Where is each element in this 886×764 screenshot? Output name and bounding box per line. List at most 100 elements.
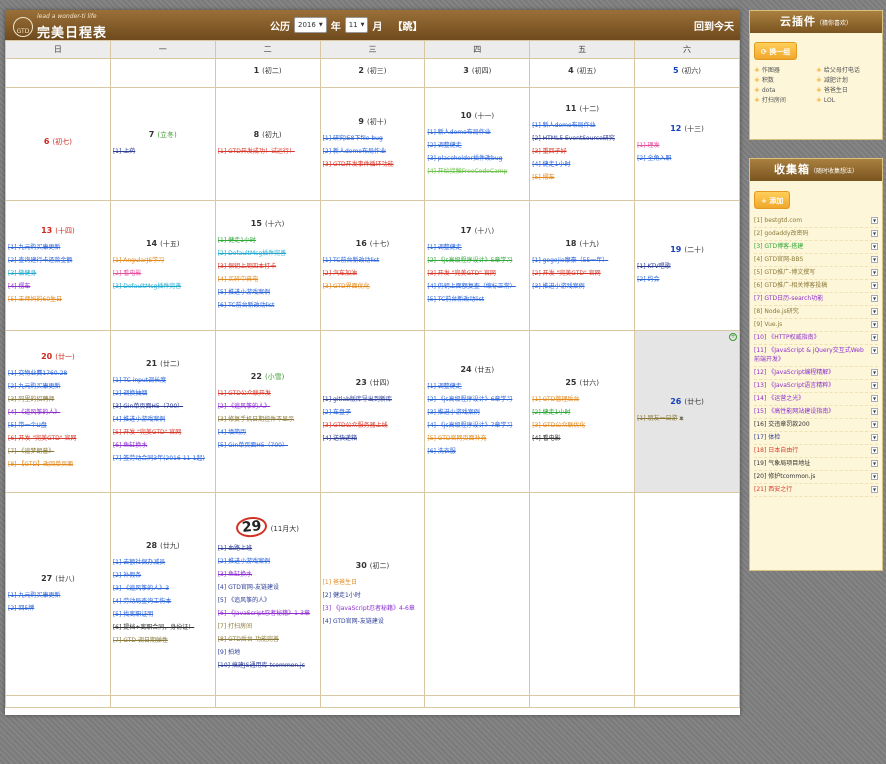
event-item[interactable]: [1] AngularJS学习 bbox=[113, 254, 213, 267]
inbox-item[interactable]: [6] GTD推广-相关博客投稿 ▼ bbox=[754, 280, 878, 293]
event-item[interactable]: [5] 王师妈的60生日 bbox=[8, 293, 108, 306]
event-item[interactable]: [5] TC前台新改动list bbox=[427, 293, 527, 306]
event-item[interactable]: [4] 仍钥上面额复查（缩标正常） bbox=[427, 280, 527, 293]
chevron-down-icon[interactable]: ▼ bbox=[871, 334, 878, 341]
plugin-item[interactable]: + 减肥计划 bbox=[816, 76, 878, 85]
event-item[interactable]: [4] 《js高级程序设计》7章学习 bbox=[427, 419, 527, 432]
day-cell[interactable]: 23 (廿四) [1] gitlab版库导出到新库 [2] 车盘子 [3] GTD公众服… bbox=[319, 330, 426, 493]
event-item[interactable]: [2] 健走1小时 bbox=[323, 589, 423, 602]
inbox-item[interactable]: [13] 《JavaScript语言精粹》 ▼ bbox=[754, 380, 878, 393]
chevron-down-icon[interactable]: ▼ bbox=[871, 382, 878, 389]
event-item[interactable]: [10] 搞建JS通用库-tcommon.js bbox=[218, 659, 318, 672]
chevron-down-icon[interactable]: ▼ bbox=[871, 321, 878, 328]
event-item[interactable]: [2] 约会 bbox=[637, 273, 737, 286]
plugin-item[interactable]: + 爸爸生日 bbox=[816, 86, 878, 95]
event-item[interactable]: [2] 新人demo布局作业 bbox=[323, 145, 423, 158]
inbox-item[interactable]: [4] GTD官网-BBS ▼ bbox=[754, 254, 878, 267]
event-item[interactable]: [5] 推进小游戏案例 bbox=[218, 286, 318, 299]
inbox-item[interactable]: [20] 修护tcommon.js ▼ bbox=[754, 471, 878, 484]
event-item[interactable]: [4] 推进小游戏案例 bbox=[113, 413, 213, 426]
event-item[interactable]: [6] 开发 "完美GTD" 官网 bbox=[8, 432, 108, 445]
event-item[interactable]: [4] 送快递箱 bbox=[323, 432, 423, 445]
day-cell[interactable]: 8 (初九) [1] GTD开发成功！试运行！ bbox=[214, 87, 321, 201]
month-select[interactable]: 11 ▼ bbox=[344, 17, 369, 33]
chevron-down-icon[interactable]: ▼ bbox=[871, 395, 878, 402]
event-item[interactable]: [2] 汽车加油 bbox=[323, 267, 423, 280]
chevron-down-icon[interactable]: ▼ bbox=[871, 421, 878, 428]
chevron-down-icon[interactable]: ▼ bbox=[871, 217, 878, 224]
chevron-down-icon[interactable]: ▼ bbox=[871, 269, 878, 276]
event-item[interactable]: [4] 填简历 bbox=[218, 426, 318, 439]
day-cell[interactable]: 13 (十四) [1] 九元购买康更新 [2] 查询建行卡还款金额 [3] 做健身 [4]… bbox=[5, 200, 111, 331]
event-item[interactable]: [3] 推进小游戏案例 bbox=[427, 406, 527, 419]
add-inbox-button[interactable]: + 添加 bbox=[754, 191, 791, 209]
goto-today-button[interactable]: 回到今天 bbox=[694, 18, 734, 33]
day-cell[interactable]: 28 (廿九) [1] 去额社保办减员 [2] 补假条 [3] 《追风筝的人》3 [4] … bbox=[109, 492, 216, 696]
plugin-item[interactable]: + LOL bbox=[816, 96, 878, 105]
chevron-down-icon[interactable]: ▼ bbox=[871, 230, 878, 237]
year-select[interactable]: 2016 ▼ bbox=[294, 17, 327, 33]
chevron-down-icon[interactable]: ▼ bbox=[871, 486, 878, 493]
event-item[interactable]: [1] 理发 bbox=[637, 139, 737, 152]
event-item[interactable]: [2] DefaultMsg插件完善 bbox=[218, 247, 318, 260]
day-cell[interactable]: 20 (廿一) [1] 交物业费1760.28 [2] 九元购买康更新 [3] 阿里的招… bbox=[5, 330, 111, 493]
inbox-item[interactable]: [3] GTD博客-搭建 ▼ bbox=[754, 241, 878, 254]
day-cell[interactable]: 25 (廿六) [1] GTD管理后台 [2] 健走1小时 [3] GTD公众联优化 [4… bbox=[529, 330, 636, 493]
inbox-item[interactable]: [17] 体检 ▼ bbox=[754, 432, 878, 445]
day-cell[interactable]: 15 (十六) [1] 健走1小时 [2] DefaultMsg插件完善 [3] 保钥上… bbox=[214, 200, 321, 331]
event-item[interactable]: [3] 做健身 bbox=[8, 267, 108, 280]
event-item[interactable]: [5] 带一个U盘 bbox=[8, 419, 108, 432]
event-item[interactable]: [1] 研究IE8下file bug bbox=[323, 132, 423, 145]
chevron-down-icon[interactable]: ▼ bbox=[871, 460, 878, 467]
inbox-item[interactable]: [5] GTD推广-博文撰写 ▼ bbox=[754, 267, 878, 280]
event-item[interactable]: [2] 看电影 bbox=[113, 267, 213, 280]
day-cell[interactable]: 22 (小雪) [1] GTD公众联开发 [2] 《追风筝的人》 [3] 修复手机日期控… bbox=[214, 330, 321, 493]
event-item[interactable]: [2] 九元购买康更新 bbox=[8, 380, 108, 393]
event-item[interactable]: [1] 九元购买康更新 bbox=[8, 241, 108, 254]
day-cell[interactable]: 18 (十九) [1] gogojie摩豪（55一年） [2] 开发 "完美GTD" … bbox=[529, 200, 636, 331]
inbox-item[interactable]: [2] godaddy改密码 ▼ bbox=[754, 228, 878, 241]
event-item[interactable]: [1] TC input调长度 bbox=[113, 374, 213, 387]
day-cell[interactable]: 17 (十八) [1] 调整健走 [2] 《js高级程序设计》5章学习 [3] 开发 "… bbox=[424, 200, 531, 331]
event-item[interactable]: [1] 新人demo布局作业 bbox=[532, 119, 632, 132]
plugin-item[interactable]: + 给父母打电话 bbox=[816, 66, 878, 75]
event-item[interactable]: [2] 推进小游戏案例 bbox=[218, 555, 318, 568]
event-item[interactable]: [6] 《JavaScript忍者秘籍》1-3章 bbox=[218, 607, 318, 620]
chevron-down-icon[interactable]: ▼ bbox=[871, 256, 878, 263]
add-event-icon[interactable]: + bbox=[729, 333, 737, 341]
event-item[interactable]: [6] TC前台新改动list bbox=[218, 299, 318, 312]
event-item[interactable]: [2] 开发 "完美GTD" 官网 bbox=[532, 267, 632, 280]
event-item[interactable]: [3] GTD公众联优化 bbox=[532, 419, 632, 432]
event-item[interactable]: [2] 调整健走 bbox=[427, 139, 527, 152]
chevron-down-icon[interactable]: ▼ bbox=[871, 282, 878, 289]
event-item[interactable]: [4] 买碎中夹电 bbox=[218, 273, 318, 286]
event-item[interactable]: [2] 车盘子 bbox=[323, 406, 423, 419]
day-cell[interactable]: 9 (初十) [1] 研究IE8下file bug [2] 新人demo布局作业 [3]… bbox=[319, 87, 426, 201]
inbox-item[interactable]: [19] 气象局项目地址 ▼ bbox=[754, 458, 878, 471]
event-item[interactable]: [3] GTD开发事件循环功能 bbox=[323, 158, 423, 171]
event-item[interactable]: [5] Gin单页面H5（700） bbox=[218, 439, 318, 452]
day-cell[interactable]: 14 (十五) [1] AngularJS学习 [2] 看电影 [3] DefaultM… bbox=[109, 200, 216, 331]
day-cell[interactable]: 6 (初七) bbox=[5, 87, 111, 201]
day-cell[interactable]: 11 (十二) [1] 新人demo布局作业 [2] HTML5 EventSourc… bbox=[529, 87, 636, 201]
event-item[interactable]: [3] 保钥上周四本打卡 bbox=[218, 260, 318, 273]
event-item[interactable]: [4] GTD官网-友链建设 bbox=[323, 615, 423, 628]
chevron-down-icon[interactable]: ▼ bbox=[871, 434, 878, 441]
event-item[interactable]: [6] 鱼缸换水 bbox=[113, 439, 213, 452]
event-item[interactable]: [3] 鱼缸换水 bbox=[218, 568, 318, 581]
day-cell[interactable]: 19 (二十) [1] KTV唱歌 [2] 约会 bbox=[634, 200, 740, 331]
event-item[interactable]: [4] 劳动局查询工伤本 bbox=[113, 595, 213, 608]
event-item[interactable]: [4] 健走1小时 bbox=[532, 158, 632, 171]
event-item[interactable]: [4] 看电影 bbox=[532, 432, 632, 445]
event-item[interactable]: [1] gogojie摩豪（55一年） bbox=[532, 254, 632, 267]
day-cell[interactable]: 5 (初六) bbox=[634, 58, 740, 88]
chevron-down-icon[interactable]: ▼ bbox=[679, 416, 683, 422]
event-item[interactable]: [1] 新人demo布局作业 bbox=[427, 126, 527, 139]
event-item[interactable]: [1] TC前台新改动list bbox=[323, 254, 423, 267]
plugin-item[interactable]: + 作图器 bbox=[754, 66, 816, 75]
day-cell[interactable]: +26 (廿七) [1] 朋友一日游 ▼ bbox=[634, 330, 740, 493]
inbox-item[interactable]: [1] bestgtd.com ▼ bbox=[754, 215, 878, 228]
event-item[interactable]: [3] 重回子好 bbox=[532, 145, 632, 158]
event-item[interactable]: [3] DefaultMsg插件完善 bbox=[113, 280, 213, 293]
inbox-item[interactable]: [8] Node.js研究 ▼ bbox=[754, 306, 878, 319]
